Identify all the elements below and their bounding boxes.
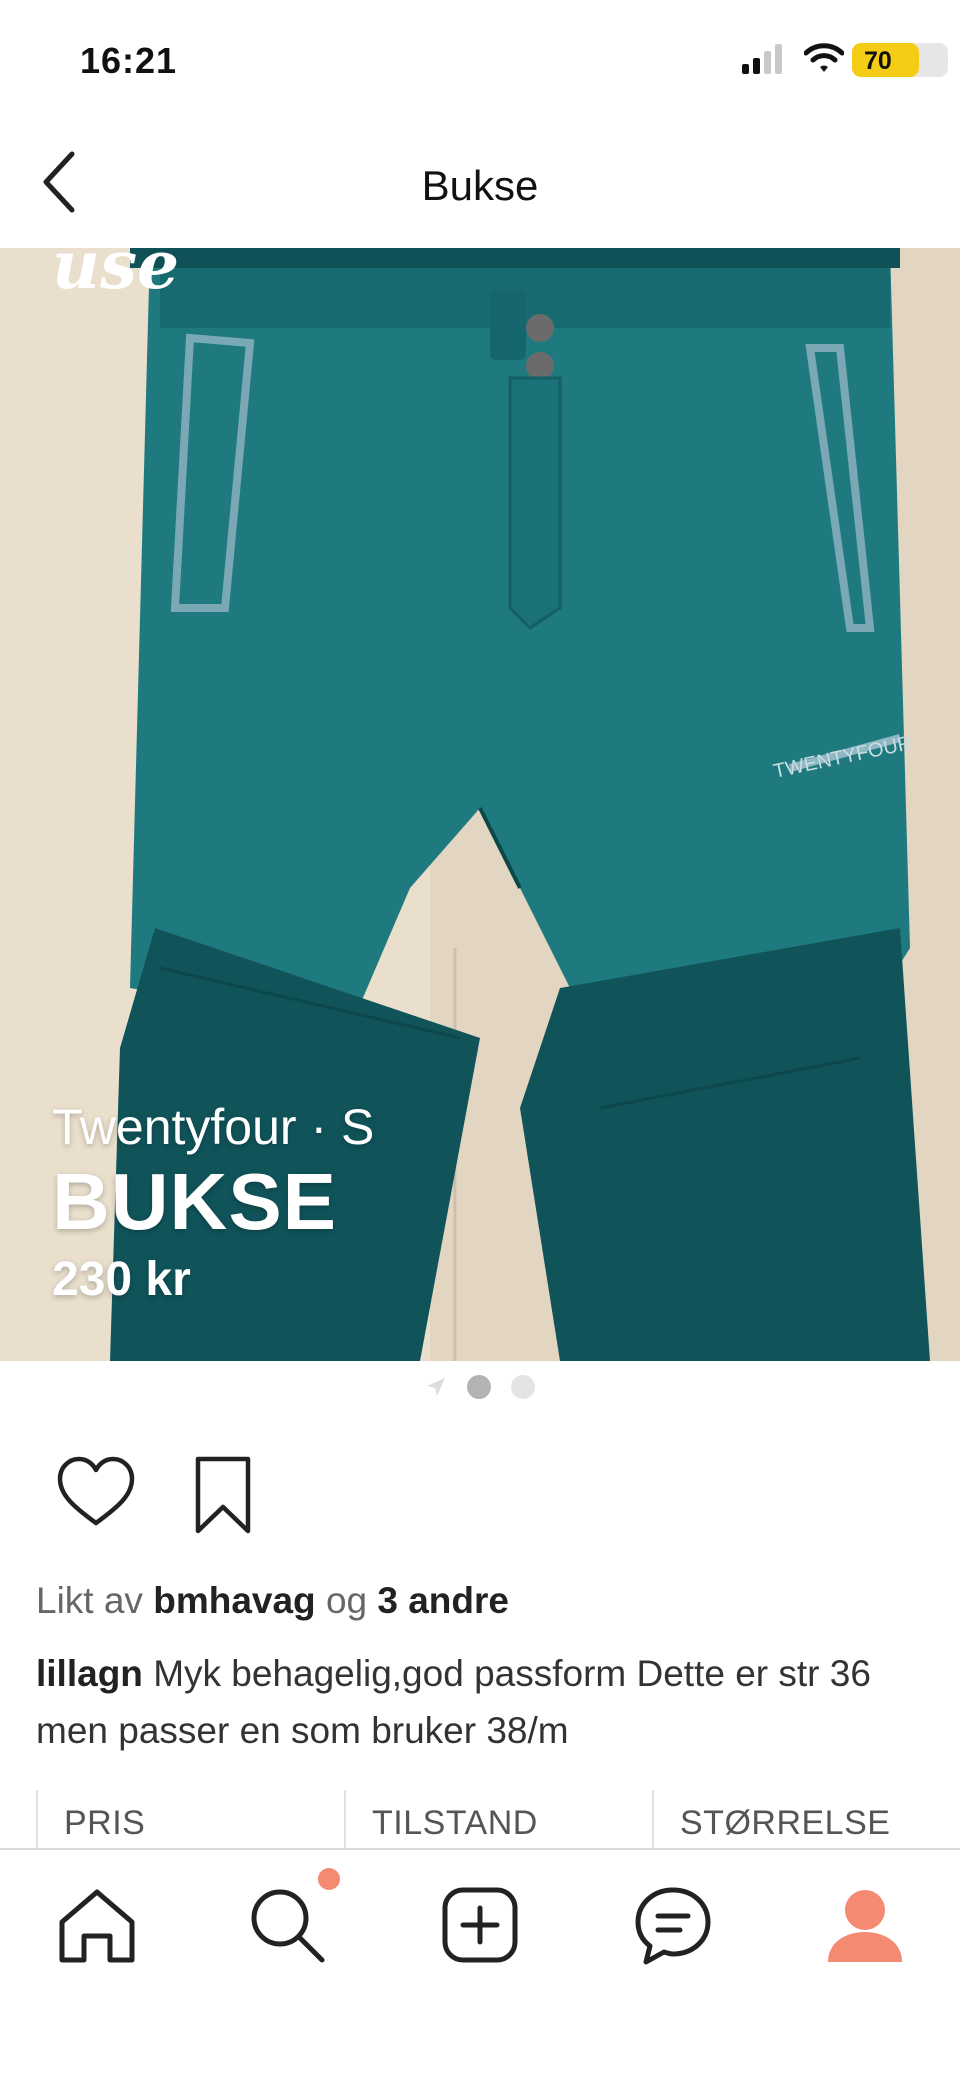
likes-summary[interactable]: Likt av bmhavag og 3 andre	[36, 1580, 509, 1622]
listing-title: BUKSE	[52, 1157, 338, 1246]
tab-home[interactable]	[52, 1880, 142, 1970]
action-bar	[0, 1455, 960, 1535]
pager-dot[interactable]	[511, 1375, 535, 1399]
tab-bar	[0, 1848, 960, 2079]
image-pager	[0, 1372, 960, 1402]
search-notification-dot	[318, 1868, 340, 1890]
pager-dot[interactable]	[467, 1375, 491, 1399]
home-icon	[59, 1889, 135, 1963]
image-corner-text: use	[52, 248, 180, 304]
liked-by-user[interactable]: bmhavag	[153, 1580, 315, 1621]
tab-profile[interactable]	[820, 1880, 910, 1970]
cellular-signal-icon	[742, 44, 782, 74]
nav-header: Bukse	[0, 120, 960, 248]
status-bar: 16:21 70	[0, 0, 960, 120]
tab-search[interactable]	[242, 1880, 332, 1970]
search-icon	[251, 1889, 325, 1963]
profile-icon	[828, 1890, 902, 1962]
likes-prefix: Likt av	[36, 1580, 143, 1621]
add-icon	[442, 1887, 518, 1963]
likes-others[interactable]: 3 andre	[377, 1580, 509, 1621]
wifi-icon	[804, 43, 844, 72]
heart-icon[interactable]	[56, 1455, 136, 1529]
tab-add[interactable]	[435, 1880, 525, 1970]
caption-user[interactable]: lillagn	[36, 1653, 143, 1694]
details-header-size: STØRRELSE	[652, 1790, 960, 1850]
page-title: Bukse	[421, 162, 539, 209]
location-arrow-icon	[427, 1378, 445, 1396]
likes-conjunction: og	[325, 1580, 368, 1621]
listing-overlay: Twentyfour · S BUKSE 230 kr	[52, 1098, 374, 1307]
bookmark-icon[interactable]	[190, 1455, 256, 1535]
pager-dots	[467, 1375, 535, 1399]
caption: lillagn Myk behagelig,god passform Dette…	[36, 1645, 936, 1759]
status-time: 16:21	[80, 40, 178, 81]
messages-icon	[635, 1887, 711, 1965]
listing-image[interactable]: TWENTYFOUR use Twentyfour · S BUKSE 230 …	[0, 248, 960, 1361]
listing-price: 230 kr	[52, 1253, 191, 1306]
details-header-condition: TILSTAND	[344, 1790, 652, 1850]
details-header-price: PRIS	[36, 1790, 344, 1850]
battery-level-text: 70	[864, 47, 892, 75]
caption-text: Myk behagelig,god passform Dette er str …	[36, 1653, 871, 1751]
brand-size-label: Twentyfour · S	[52, 1099, 375, 1155]
details-table: PRIS TILSTAND STØRRELSE	[36, 1790, 960, 1850]
tab-messages[interactable]	[628, 1880, 718, 1970]
battery-icon: 70	[852, 43, 948, 77]
